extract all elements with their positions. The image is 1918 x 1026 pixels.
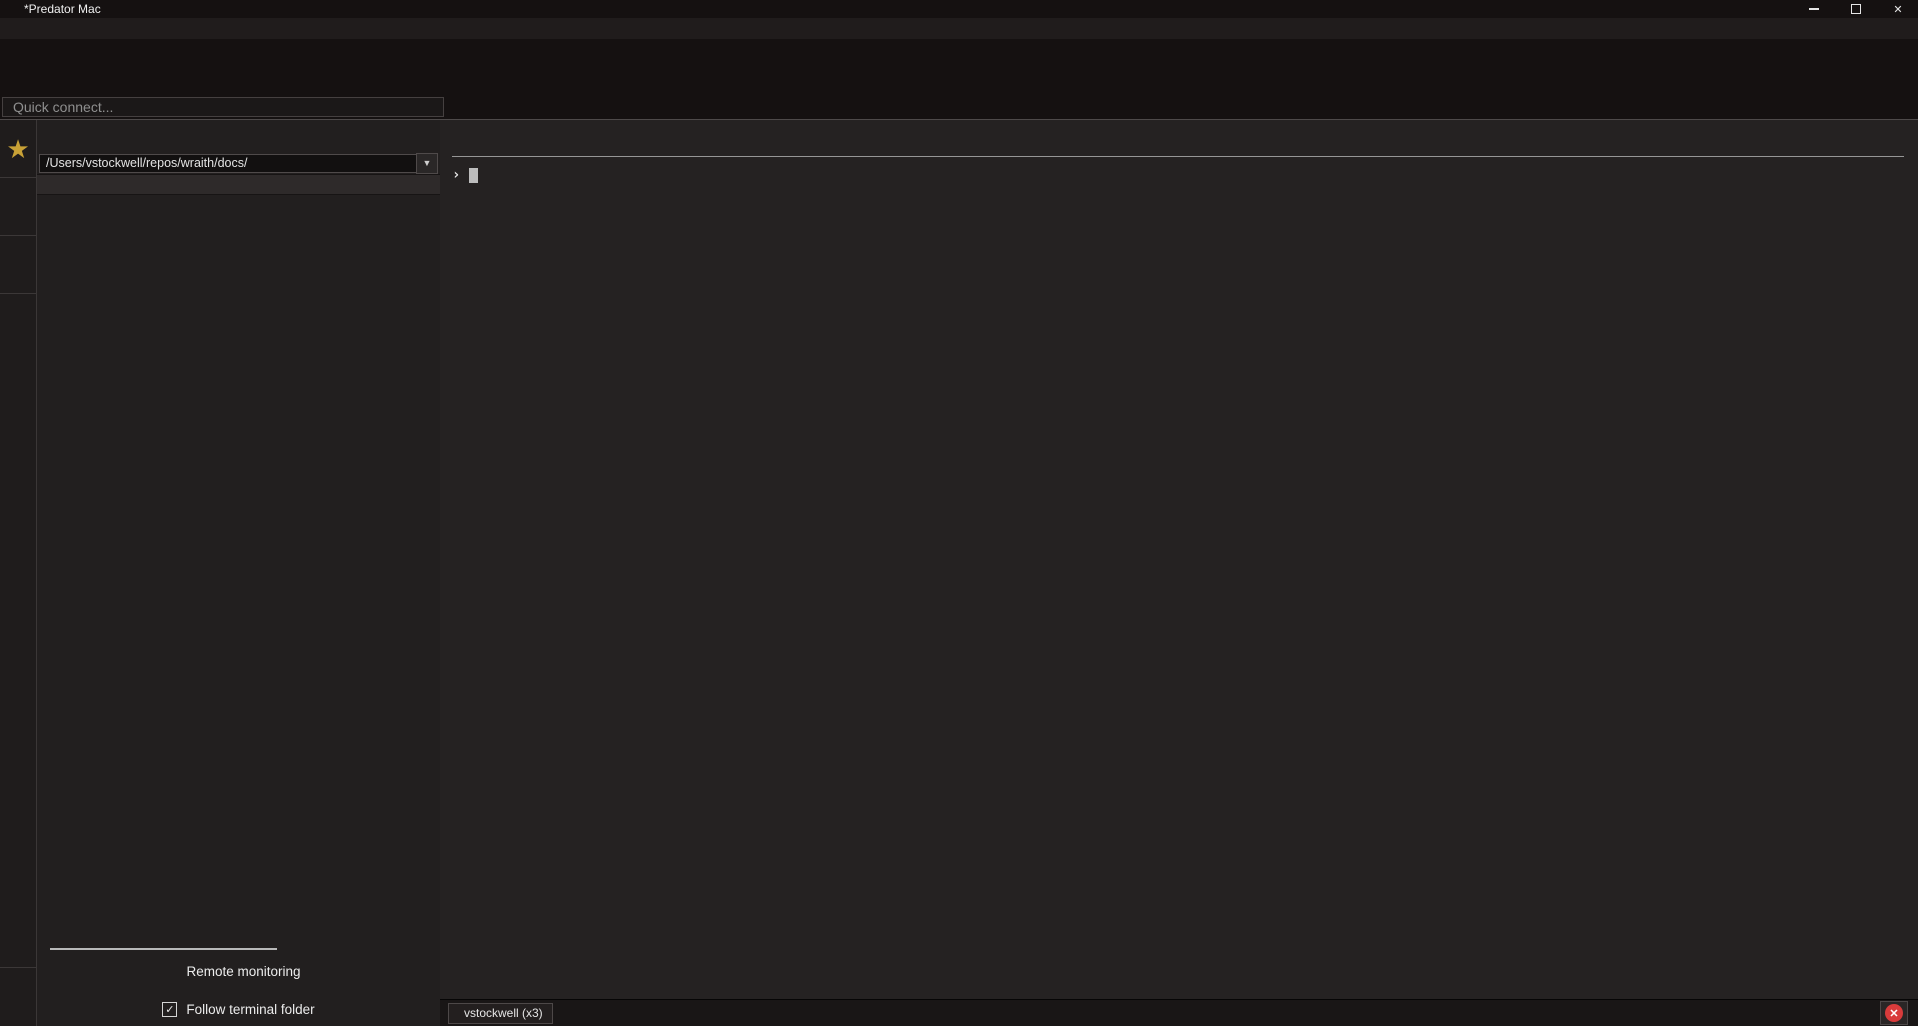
follow-label: Follow terminal folder [186,1002,314,1017]
file-table-header [37,174,440,195]
path-field[interactable]: /Users/vstockwell/repos/wraith/docs/ [39,154,416,173]
sessions-panel-tab[interactable]: ★ [0,120,36,178]
file-toolbar [37,120,440,152]
tools-panel-tab[interactable] [0,178,36,236]
prompt-glyph: › [452,168,460,183]
terminal-input-area[interactable]: › [452,156,1904,184]
minimize-button[interactable] [1808,3,1820,15]
session-tab-label: vstockwell (x3) [464,1006,543,1020]
window-titlebar: *Predator Mac ✕ [0,0,1918,18]
session-tab[interactable]: vstockwell (x3) [448,1003,553,1024]
paperclip-icon[interactable] [1894,96,1912,117]
terminal-output: › [440,120,1918,999]
window-title: *Predator Mac [24,2,101,16]
close-session-button[interactable]: ✕ [1880,1001,1908,1025]
mobaxterm-window: *Predator Mac ✕ ★ /Use [0,0,1918,1026]
path-row: /Users/vstockwell/repos/wraith/docs/ ▼ [37,152,440,174]
follow-terminal-folder-toggle[interactable]: ✓ Follow terminal folder [37,992,440,1026]
strip-bottom-cell [0,967,36,1026]
terminal-cursor [469,168,478,183]
quick-connect-input[interactable] [2,97,444,117]
remote-monitoring-button[interactable]: Remote monitoring [37,950,440,992]
path-dropdown-button[interactable]: ▼ [416,153,438,174]
menu-bar [0,18,1918,39]
main-toolbar [0,39,1918,95]
follow-checkbox[interactable]: ✓ [162,1002,177,1017]
remote-monitoring-label: Remote monitoring [186,964,300,979]
close-session-icon: ✕ [1885,1004,1903,1022]
maximize-button[interactable] [1850,3,1862,15]
sidebar-panel-strip: ★ [0,120,37,1026]
star-icon: ★ [6,136,29,162]
macros-panel-tab[interactable] [0,236,36,294]
status-bar: vstockwell (x3) ✕ [440,999,1918,1026]
globe-icon[interactable] [4,332,32,360]
connect-tab-row [0,95,1918,120]
app-logo-icon [4,2,18,16]
file-browser-sidebar: ★ /Users/vstockwell/repos/wraith/docs/ ▼ [0,120,440,1026]
terminal-prompt-line[interactable]: › [452,166,1904,184]
close-button[interactable]: ✕ [1892,3,1904,15]
